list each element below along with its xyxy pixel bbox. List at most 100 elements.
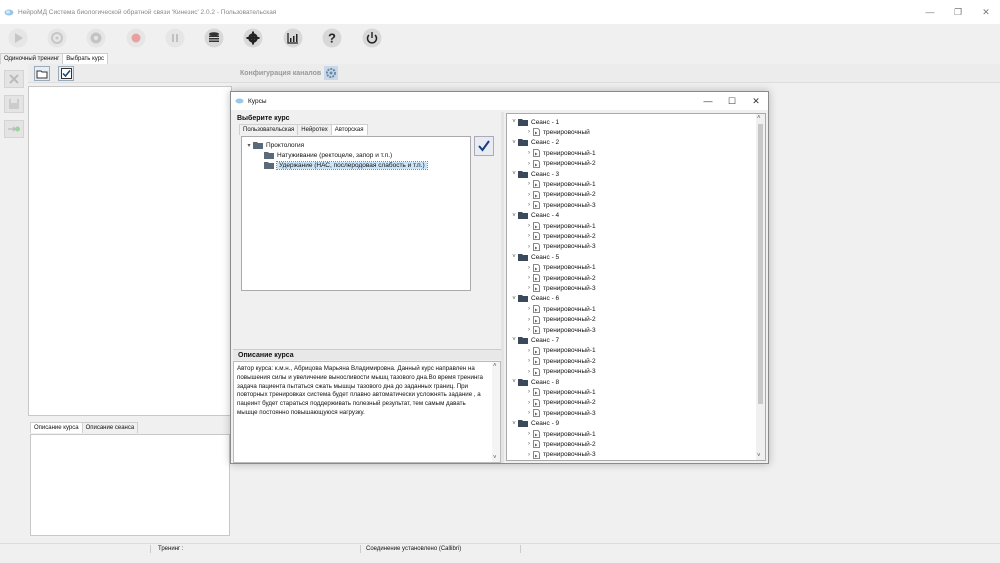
power-button[interactable] <box>360 26 384 50</box>
exercise-item[interactable]: › тренировочный-1 <box>525 148 596 158</box>
caret-right-icon[interactable]: › <box>525 389 533 395</box>
channel-config-icon[interactable] <box>324 66 338 80</box>
select-course-button[interactable] <box>474 136 494 156</box>
session-item[interactable]: ˅ Сеанс - 3 <box>510 169 559 179</box>
description-scrollbar[interactable]: ˄ ˅ <box>492 362 500 462</box>
exercise-item[interactable]: › тренировочный-3 <box>525 325 596 335</box>
session-scrollbar[interactable]: ˄ ˅ <box>756 114 765 460</box>
exercise-item[interactable]: › тренировочный-3 <box>525 450 596 460</box>
course-description-box[interactable]: Автор курса: к.м.н., Абрицова Марьяна Вл… <box>233 361 501 463</box>
target-button[interactable] <box>45 26 69 50</box>
session-item[interactable]: ˅ Сеанс - 6 <box>510 294 559 304</box>
add-session-button[interactable] <box>4 120 24 138</box>
tab-author-courses[interactable]: Авторская <box>330 124 368 135</box>
caret-down-icon[interactable]: ˅ <box>510 119 518 125</box>
exercise-item[interactable]: › тренировочный-3 <box>525 200 596 210</box>
scroll-thumb[interactable] <box>758 124 763 404</box>
exercise-item[interactable]: › тренировочный-1 <box>525 387 596 397</box>
caret-right-icon[interactable]: › <box>525 431 533 437</box>
caret-right-icon[interactable]: › <box>525 275 533 281</box>
settings-button[interactable] <box>241 26 265 50</box>
caret-right-icon[interactable]: › <box>525 181 533 187</box>
exercise-item[interactable]: › тренировочный-2 <box>525 398 596 408</box>
exercise-item[interactable]: › тренировочный-3 <box>525 408 596 418</box>
caret-down-icon[interactable]: ˅ <box>510 379 518 385</box>
caret-right-icon[interactable]: › <box>525 452 533 458</box>
exercise-item[interactable]: › тренировочный-2 <box>525 356 596 366</box>
record-button[interactable] <box>124 26 148 50</box>
session-item[interactable]: ˅ Сеанс - 9 <box>510 419 559 429</box>
scroll-down-icon[interactable]: ˅ <box>757 453 761 459</box>
play-button[interactable] <box>6 26 30 50</box>
exercise-item[interactable]: › тренировочный-3 <box>525 283 596 293</box>
caret-right-icon[interactable]: › <box>525 358 533 364</box>
exercise-item[interactable]: › тренировочный-2 <box>525 159 596 169</box>
tab-choose-course[interactable]: Выбрать курс <box>62 53 109 64</box>
pause-button[interactable] <box>163 26 187 50</box>
caret-right-icon[interactable]: › <box>525 150 533 156</box>
caret-right-icon[interactable]: › <box>525 410 533 416</box>
tab-neurotech-courses[interactable]: Нейротех <box>297 124 332 135</box>
caret-right-icon[interactable]: › <box>525 327 533 333</box>
tab-user-courses[interactable]: Пользовательская <box>239 124 299 135</box>
caret-right-icon[interactable]: › <box>525 285 533 291</box>
exercise-item[interactable]: › тренировочный-1 <box>525 179 596 189</box>
exercise-item[interactable]: › тренировочный-1 <box>525 429 596 439</box>
dialog-minimize-button[interactable]: — <box>696 92 720 110</box>
caret-down-icon[interactable]: ▾ <box>245 142 253 149</box>
caret-right-icon[interactable]: › <box>525 265 533 271</box>
exercise-item[interactable]: › тренировочный-2 <box>525 273 596 283</box>
caret-right-icon[interactable]: › <box>525 192 533 198</box>
caret-right-icon[interactable]: › <box>525 317 533 323</box>
database-button[interactable] <box>202 26 226 50</box>
dialog-close-button[interactable]: ✕ <box>744 92 768 110</box>
caret-right-icon[interactable]: › <box>525 161 533 167</box>
confirm-course-button[interactable] <box>58 66 74 81</box>
minimize-button[interactable]: — <box>916 0 944 24</box>
caret-right-icon[interactable]: › <box>525 306 533 312</box>
tree-child-item-selected[interactable]: Удержание (НАС, послеродовая слабость и … <box>264 160 428 170</box>
dialog-maximize-button[interactable]: ☐ <box>720 92 744 110</box>
caret-down-icon[interactable]: ˅ <box>510 140 518 146</box>
close-button[interactable]: ✕ <box>972 0 1000 24</box>
exercise-item[interactable]: › тренировочный-1 <box>525 304 596 314</box>
remove-button[interactable] <box>4 70 24 88</box>
open-folder-button[interactable] <box>34 66 50 81</box>
scroll-down-icon[interactable]: ˅ <box>493 455 497 461</box>
session-item[interactable]: ˅ Сеанс - 4 <box>510 211 559 221</box>
exercise-item[interactable]: › тренировочный-3 <box>525 242 596 252</box>
caret-down-icon[interactable]: ˅ <box>510 213 518 219</box>
exercise-item[interactable]: › тренировочный-1 <box>525 263 596 273</box>
scroll-up-icon[interactable]: ˄ <box>757 115 761 121</box>
caret-right-icon[interactable]: › <box>525 348 533 354</box>
chart-button[interactable] <box>281 26 305 50</box>
tree-root-item[interactable]: ▾ Проктология <box>245 140 304 150</box>
exercise-item[interactable]: › тренировочный-3 <box>525 367 596 377</box>
scroll-up-icon[interactable]: ˄ <box>493 363 497 369</box>
exercise-item[interactable]: › тренировочный <box>525 127 590 137</box>
session-item[interactable]: ˅ Сеанс - 5 <box>510 252 559 262</box>
caret-down-icon[interactable]: ˅ <box>510 296 518 302</box>
caret-right-icon[interactable]: › <box>525 129 533 135</box>
caret-right-icon[interactable]: › <box>525 369 533 375</box>
session-item[interactable]: ˅ Сеанс - 1 <box>510 117 559 127</box>
help-button[interactable]: ? <box>320 26 344 50</box>
tab-single-training[interactable]: Одиночный тренинг <box>0 53 64 64</box>
caret-right-icon[interactable]: › <box>525 202 533 208</box>
caret-right-icon[interactable]: › <box>525 223 533 229</box>
caret-down-icon[interactable]: ˅ <box>510 337 518 343</box>
caret-down-icon[interactable]: ˅ <box>510 171 518 177</box>
caret-right-icon[interactable]: › <box>525 244 533 250</box>
exercise-item[interactable]: › тренировочный-2 <box>525 315 596 325</box>
caret-down-icon[interactable]: ˅ <box>510 421 518 427</box>
exercise-item[interactable]: › тренировочный-1 <box>525 221 596 231</box>
session-item[interactable]: ˅ Сеанс - 2 <box>510 138 559 148</box>
tab-course-description[interactable]: Описание курса <box>30 422 83 433</box>
tree-child-item[interactable]: Натуживание (ректоцеле, запор и т.п.) <box>264 150 392 160</box>
session-item[interactable]: ˅ Сеанс - 8 <box>510 377 559 387</box>
exercise-item[interactable]: › тренировочный-1 <box>525 346 596 356</box>
tab-session-description[interactable]: Описание сеанса <box>81 422 139 433</box>
exercise-item[interactable]: › тренировочный-2 <box>525 190 596 200</box>
exercise-item[interactable]: › тренировочный-2 <box>525 439 596 449</box>
pane-splitter[interactable] <box>501 112 504 463</box>
